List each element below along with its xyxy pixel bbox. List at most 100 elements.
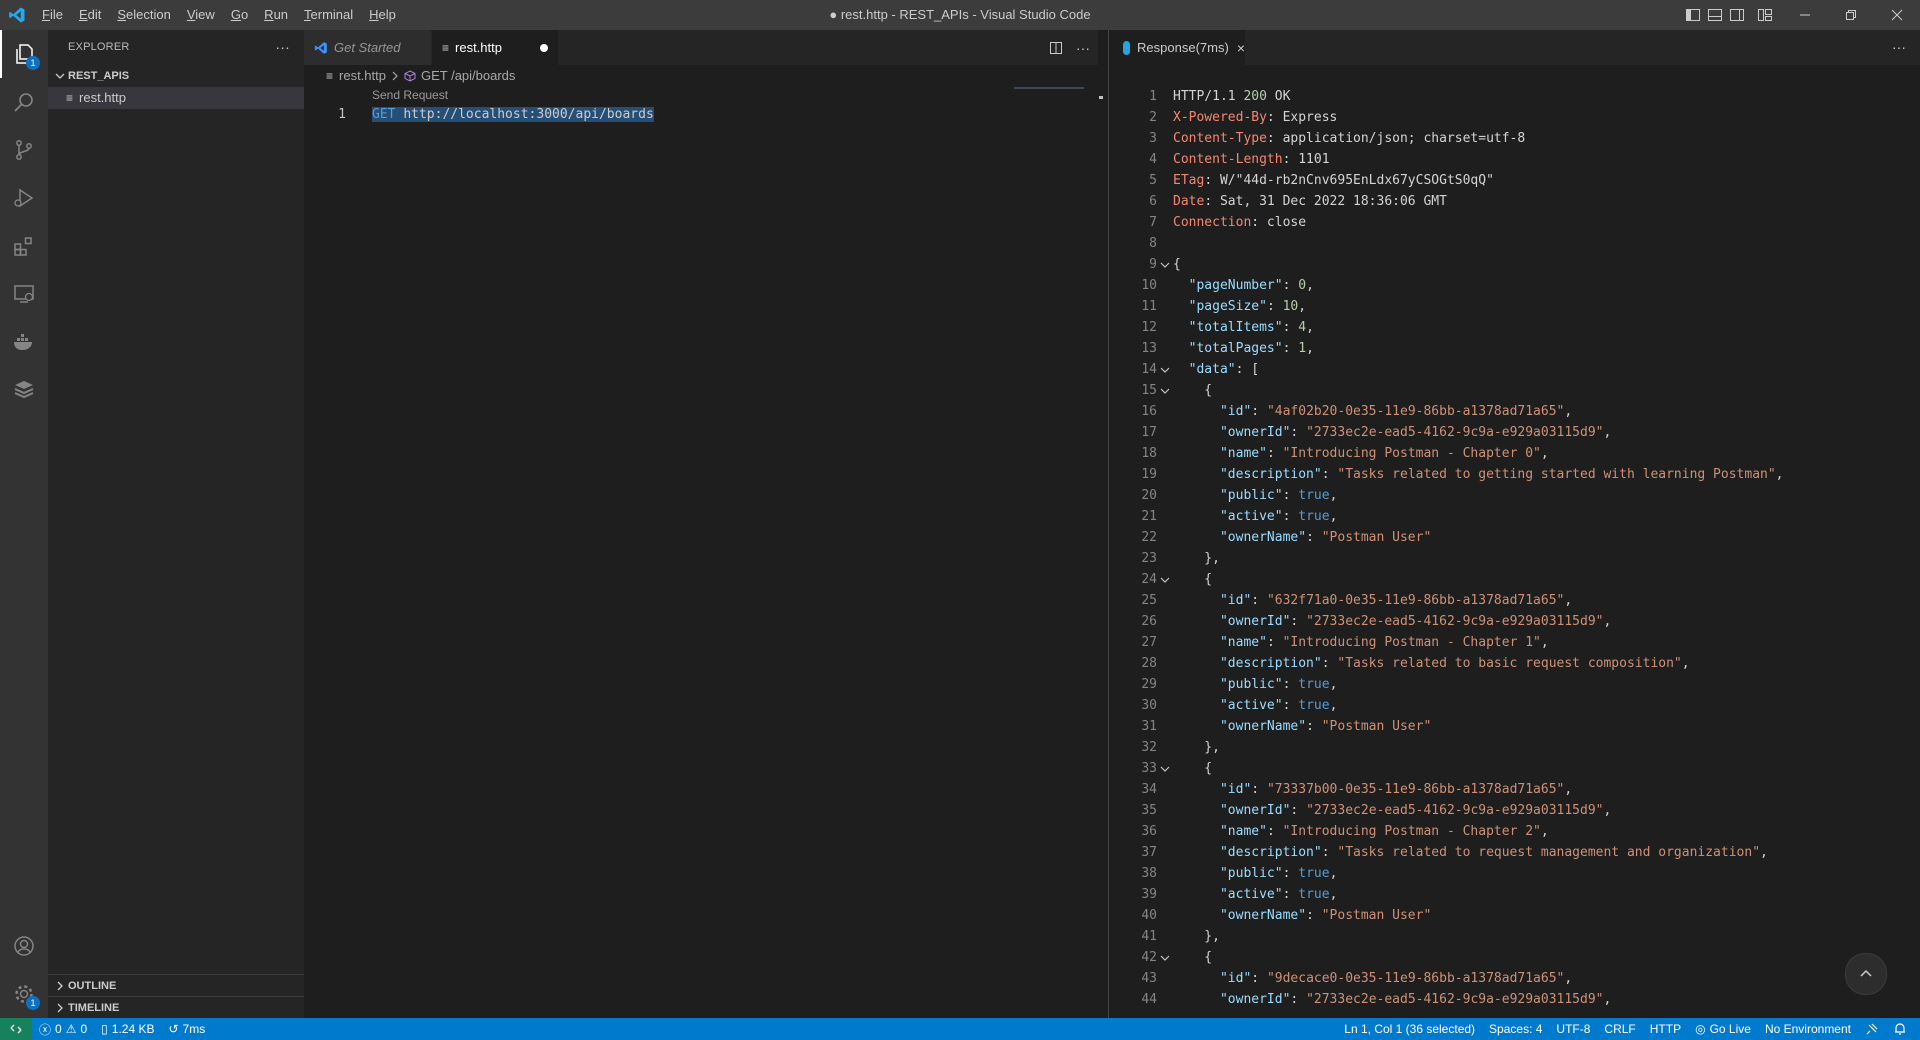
breadcrumb-file[interactable]: rest.http — [339, 65, 386, 87]
fold-chevron-icon[interactable] — [1157, 254, 1173, 275]
minimap[interactable] — [1014, 87, 1084, 89]
menu-edit[interactable]: Edit — [71, 0, 109, 30]
go-live-button[interactable]: ◎ Go Live — [1688, 1018, 1758, 1040]
response-line[interactable]: 6 Date: Sat, 31 Dec 2022 18:36:06 GMT — [1109, 191, 1920, 212]
response-line[interactable]: 15 { — [1109, 380, 1920, 401]
response-line[interactable]: 7 Connection: close — [1109, 212, 1920, 233]
outline-section-header[interactable]: OUTLINE — [48, 974, 308, 997]
response-line[interactable]: 22 "ownerName": "Postman User" — [1109, 527, 1920, 548]
response-line[interactable]: 10 "pageNumber": 0, — [1109, 275, 1920, 296]
response-line[interactable]: 37 "description": "Tasks related to requ… — [1109, 842, 1920, 863]
response-line[interactable]: 31 "ownerName": "Postman User" — [1109, 716, 1920, 737]
settings-gear-icon[interactable]: 1 — [0, 970, 48, 1018]
unsaved-dot-icon[interactable] — [540, 43, 548, 52]
response-line[interactable]: 1 HTTP/1.1 200 OK — [1109, 86, 1920, 107]
response-line[interactable]: 27 "name": "Introducing Postman - Chapte… — [1109, 632, 1920, 653]
response-line[interactable]: 32 }, — [1109, 737, 1920, 758]
source-control-icon[interactable] — [0, 126, 48, 174]
file-item-rest-http[interactable]: ≡ rest.http — [48, 87, 304, 109]
response-line[interactable]: 28 "description": "Tasks related to basi… — [1109, 653, 1920, 674]
response-size[interactable]: ▯ 1.24 KB — [94, 1018, 161, 1040]
fold-chevron-icon[interactable] — [1157, 380, 1173, 401]
search-icon[interactable] — [0, 78, 48, 126]
response-line[interactable]: 4 Content-Length: 1101 — [1109, 149, 1920, 170]
response-time[interactable]: ↺ 7ms — [161, 1018, 212, 1040]
extensions-icon[interactable] — [0, 222, 48, 270]
scrollbar-left[interactable] — [1099, 96, 1103, 99]
docker-icon[interactable] — [0, 318, 48, 366]
response-line[interactable]: 19 "description": "Tasks related to gett… — [1109, 464, 1920, 485]
fold-chevron-icon[interactable] — [1157, 947, 1173, 968]
response-line[interactable]: 20 "public": true, — [1109, 485, 1920, 506]
menu-go[interactable]: Go — [223, 0, 256, 30]
folder-section-header[interactable]: REST_APIS — [48, 65, 304, 87]
response-line[interactable]: 2 X-Powered-By: Express — [1109, 107, 1920, 128]
response-line[interactable]: 12 "totalItems": 4, — [1109, 317, 1920, 338]
toggle-panel-icon[interactable] — [1704, 0, 1726, 30]
response-line[interactable]: 44 "ownerId": "2733ec2e-ead5-4162-9c9a-e… — [1109, 989, 1920, 1010]
split-editor-icon[interactable] — [1048, 40, 1064, 56]
toggle-secondary-sidebar-icon[interactable] — [1726, 0, 1748, 30]
explorer-more-button[interactable]: ··· — [275, 30, 290, 65]
notifications-bell-icon[interactable] — [1886, 1018, 1914, 1040]
feedback-icon[interactable] — [1858, 1018, 1886, 1040]
tab-rest-http[interactable]: ≡ rest.http — [432, 30, 558, 65]
response-line[interactable]: 35 "ownerId": "2733ec2e-ead5-4162-9c9a-e… — [1109, 800, 1920, 821]
response-line[interactable]: 21 "active": true, — [1109, 506, 1920, 527]
remote-indicator-icon[interactable] — [0, 1018, 32, 1040]
customize-layout-icon[interactable] — [1748, 0, 1782, 30]
menu-help[interactable]: Help — [361, 0, 404, 30]
response-line[interactable]: 3 Content-Type: application/json; charset… — [1109, 128, 1920, 149]
menu-run[interactable]: Run — [256, 0, 296, 30]
response-line[interactable]: 39 "active": true, — [1109, 884, 1920, 905]
breadcrumb-symbol[interactable]: GET /api/boards — [421, 65, 515, 87]
menu-view[interactable]: View — [179, 0, 223, 30]
response-line[interactable]: 33 { — [1109, 758, 1920, 779]
response-line[interactable]: 9{ — [1109, 254, 1920, 275]
database-layers-icon[interactable] — [0, 366, 48, 414]
response-line[interactable]: 17 "ownerId": "2733ec2e-ead5-4162-9c9a-e… — [1109, 422, 1920, 443]
menu-selection[interactable]: Selection — [109, 0, 178, 30]
response-line[interactable]: 24 { — [1109, 569, 1920, 590]
close-window-button[interactable] — [1874, 0, 1920, 30]
remote-explorer-icon[interactable] — [0, 270, 48, 318]
response-line[interactable]: 29 "public": true, — [1109, 674, 1920, 695]
explorer-icon[interactable]: 1 — [0, 30, 48, 78]
menu-terminal[interactable]: Terminal — [296, 0, 361, 30]
toggle-primary-sidebar-icon[interactable] — [1682, 0, 1704, 30]
encoding[interactable]: UTF-8 — [1549, 1018, 1597, 1040]
scroll-to-top-button[interactable] — [1845, 953, 1887, 995]
send-request-codelens[interactable]: Send Request — [372, 88, 448, 102]
response-line[interactable]: 14 "data": [ — [1109, 359, 1920, 380]
cursor-position[interactable]: Ln 1, Col 1 (36 selected) — [1337, 1018, 1482, 1040]
request-line[interactable]: GET http://localhost:3000/api/boards — [372, 106, 654, 122]
fold-chevron-icon[interactable] — [1157, 359, 1173, 380]
response-line[interactable]: 36 "name": "Introducing Postman - Chapte… — [1109, 821, 1920, 842]
language-mode[interactable]: HTTP — [1643, 1018, 1688, 1040]
menu-file[interactable]: File — [34, 0, 71, 30]
response-line[interactable]: 8 — [1109, 233, 1920, 254]
response-line[interactable]: 18 "name": "Introducing Postman - Chapte… — [1109, 443, 1920, 464]
response-line[interactable]: 34 "id": "73337b00-0e35-11e9-86bb-a1378a… — [1109, 779, 1920, 800]
response-line[interactable]: 13 "totalPages": 1, — [1109, 338, 1920, 359]
response-line[interactable]: 23 }, — [1109, 548, 1920, 569]
response-line[interactable]: 38 "public": true, — [1109, 863, 1920, 884]
response-line[interactable]: 25 "id": "632f71a0-0e35-11e9-86bb-a1378a… — [1109, 590, 1920, 611]
end-of-line[interactable]: CRLF — [1597, 1018, 1642, 1040]
accounts-icon[interactable] — [0, 922, 48, 970]
response-line[interactable]: 43 "id": "9decace0-0e35-11e9-86bb-a1378a… — [1109, 968, 1920, 989]
restore-button[interactable] — [1828, 0, 1874, 30]
minimize-button[interactable] — [1782, 0, 1828, 30]
response-line[interactable]: 26 "ownerId": "2733ec2e-ead5-4162-9c9a-e… — [1109, 611, 1920, 632]
response-line[interactable]: 41 }, — [1109, 926, 1920, 947]
response-body[interactable]: 1 HTTP/1.1 200 OK 2 X-Powered-By: Express 3 C… — [1109, 86, 1920, 1010]
tab-response[interactable]: Response(7ms) × — [1109, 30, 1245, 65]
close-tab-icon[interactable]: × — [1237, 40, 1245, 56]
more-actions-icon[interactable]: ··· — [1892, 30, 1906, 65]
fold-chevron-icon[interactable] — [1157, 758, 1173, 779]
run-debug-icon[interactable] — [0, 174, 48, 222]
editor-line-1[interactable]: 1 GET http://localhost:3000/api/boards — [304, 104, 1098, 124]
response-line[interactable]: 16 "id": "4af02b20-0e35-11e9-86bb-a1378a… — [1109, 401, 1920, 422]
more-actions-icon[interactable]: ··· — [1076, 40, 1090, 56]
response-line[interactable]: 40 "ownerName": "Postman User" — [1109, 905, 1920, 926]
